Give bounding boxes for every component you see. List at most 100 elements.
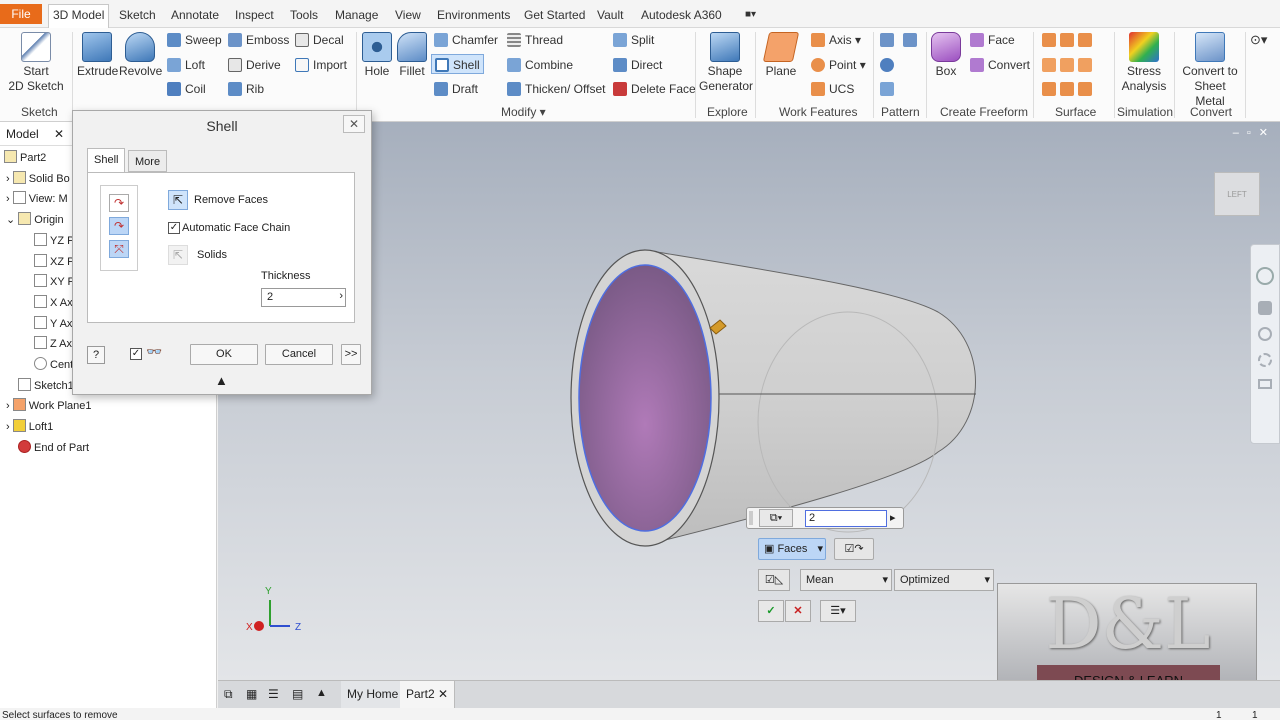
model-tab[interactable]: Model — [6, 127, 39, 141]
browser-node-part[interactable]: Part2 — [4, 148, 46, 168]
tab-3d-model[interactable]: 3D Model — [48, 4, 110, 28]
tab-view[interactable]: View — [395, 5, 421, 25]
browser-node-xz-plane[interactable]: XZ P — [34, 252, 74, 272]
start-2d-sketch-button[interactable]: Start 2D Sketch — [8, 32, 64, 94]
tile-windows-icon[interactable]: ⧉ — [224, 687, 233, 702]
outside-direction-button[interactable]: ↷ — [109, 217, 129, 235]
inside-direction-button[interactable]: ↷ — [109, 194, 129, 212]
apply-arrow-icon[interactable]: ▸ — [890, 508, 896, 528]
fillet-button[interactable]: Fillet — [396, 32, 428, 79]
tab-environments[interactable]: Environments — [437, 5, 510, 25]
hole-button[interactable]: Hole — [360, 32, 394, 79]
tab-manage[interactable]: Manage — [335, 5, 378, 25]
direct-button[interactable]: Direct — [613, 55, 662, 75]
browser-node-z-axis[interactable]: Z Ax — [34, 334, 72, 354]
cascade-windows-icon[interactable]: ☰ — [268, 687, 279, 701]
browser-node-yz-plane[interactable]: YZ P — [34, 231, 74, 251]
surface-tool-3[interactable] — [1042, 79, 1096, 99]
shape-generator-button[interactable]: Shape Generator — [699, 32, 753, 94]
browser-node-origin[interactable]: ⌄ Origin — [6, 210, 64, 230]
emboss-button[interactable]: Emboss — [228, 30, 289, 50]
mirror-button[interactable] — [903, 30, 921, 50]
axis-button[interactable]: Axis ▾ — [811, 30, 861, 50]
open-documents-icon[interactable]: ▲ — [316, 687, 327, 699]
cancel-x-button[interactable]: ✕ — [785, 600, 811, 622]
browser-node-view[interactable]: › View: M — [6, 189, 68, 209]
auto-face-chain-checkbox[interactable]: ✓ — [168, 222, 180, 234]
stress-analysis-button[interactable]: Stress Analysis — [1119, 32, 1169, 94]
browser-node-work-plane1[interactable]: › Work Plane1 — [6, 396, 92, 416]
remove-faces-button[interactable]: ⇱ — [168, 190, 188, 210]
viewport-window-controls[interactable]: –▫✕ — [1233, 126, 1276, 139]
browser-node-x-axis[interactable]: X Ax — [34, 293, 73, 313]
browser-node-center-point[interactable]: Cent — [34, 355, 73, 375]
preview-checkbox[interactable]: ✓ — [130, 348, 142, 360]
expand-button[interactable]: >> — [341, 344, 361, 365]
auto-face-chain-toggle[interactable]: ☑↷ — [834, 538, 874, 560]
look-at-icon[interactable] — [1258, 379, 1272, 389]
ucs-button[interactable]: UCS — [811, 79, 854, 99]
browser-node-solid-bodies[interactable]: › Solid Bo — [6, 169, 70, 189]
removed-face-highlight[interactable] — [578, 264, 712, 532]
surface-tool-2[interactable] — [1042, 55, 1096, 75]
camera-dropdown-icon[interactable]: ■▾ — [745, 5, 756, 25]
decal-button[interactable]: Decal — [295, 30, 344, 50]
pan-icon[interactable] — [1258, 301, 1272, 315]
thickness-input[interactable]: 2 › — [261, 288, 346, 307]
collapse-arrow-icon[interactable]: ▲ — [215, 373, 228, 388]
plane-button[interactable]: Plane — [762, 32, 800, 79]
my-home-tab[interactable]: My Home — [341, 681, 406, 708]
close-tab-icon[interactable]: ✕ — [438, 687, 448, 701]
close-browser-icon[interactable]: ✕ — [54, 127, 64, 141]
thickness-mini-input[interactable]: 2 — [805, 510, 887, 527]
optimized-dropdown[interactable]: Optimized ▾ — [894, 569, 994, 591]
tab-more[interactable]: More — [128, 150, 168, 172]
mini-toolbar-grip[interactable] — [749, 511, 753, 525]
combine-button[interactable]: Combine — [507, 55, 573, 75]
tab-vault[interactable]: Vault — [597, 5, 623, 25]
tab-autodesk-a360[interactable]: Autodesk A360 — [641, 5, 722, 25]
rectangular-pattern-button[interactable] — [880, 30, 898, 50]
surface-tool-1[interactable] — [1042, 30, 1096, 50]
minimize-all-icon[interactable]: ▤ — [292, 687, 303, 701]
thread-button[interactable]: Thread — [507, 30, 563, 50]
draft-button[interactable]: Draft — [434, 79, 478, 99]
browser-node-loft1[interactable]: › Loft1 — [6, 417, 53, 437]
arrange-windows-icon[interactable]: ▦ — [246, 687, 257, 701]
ribbon-options-icon[interactable]: ⊙▾ — [1250, 30, 1267, 50]
point-button[interactable]: Point ▾ — [811, 55, 866, 75]
browser-node-end-of-part[interactable]: End of Part — [18, 438, 89, 458]
revolve-button[interactable]: Revolve — [119, 32, 162, 79]
derive-button[interactable]: Derive — [228, 55, 281, 75]
steering-wheel-icon[interactable] — [1256, 267, 1274, 285]
circular-pattern-button[interactable] — [880, 55, 898, 75]
thicken-offset-button[interactable]: Thicken/ Offset — [507, 79, 605, 99]
faces-selector-button[interactable]: ▣ Faces ▾ — [758, 538, 826, 560]
tab-sketch[interactable]: Sketch — [119, 5, 156, 25]
box-button[interactable]: Box — [930, 32, 962, 79]
split-button[interactable]: Split — [613, 30, 654, 50]
zoom-icon[interactable] — [1258, 327, 1272, 341]
tab-get-started[interactable]: Get Started — [524, 5, 585, 25]
help-button[interactable]: ? — [87, 346, 105, 364]
cancel-button[interactable]: Cancel — [265, 344, 333, 365]
coil-button[interactable]: Coil — [167, 79, 206, 99]
convert-freeform-button[interactable]: Convert — [970, 55, 1030, 75]
thickness-arrow-icon[interactable]: › — [339, 290, 343, 302]
face-button[interactable]: Face — [970, 30, 1015, 50]
orbit-icon[interactable] — [1258, 353, 1272, 367]
tab-annotate[interactable]: Annotate — [171, 5, 219, 25]
tab-shell[interactable]: Shell — [87, 148, 126, 173]
shell-direction-dropdown[interactable]: ⧉▾ — [759, 509, 793, 527]
ok-button[interactable]: OK — [190, 344, 258, 365]
browser-node-y-axis[interactable]: Y Ax — [34, 314, 72, 334]
shell-options-icon[interactable]: ☑◺ — [758, 569, 790, 591]
mean-dropdown[interactable]: Mean ▾ — [800, 569, 892, 591]
tab-inspect[interactable]: Inspect — [235, 5, 274, 25]
sweep-button[interactable]: Sweep — [167, 30, 222, 50]
part2-tab[interactable]: Part2 ✕ — [400, 681, 456, 708]
tab-tools[interactable]: Tools — [290, 5, 318, 25]
rib-button[interactable]: Rib — [228, 79, 264, 99]
shell-button[interactable]: Shell — [431, 54, 484, 74]
tab-file[interactable]: File — [0, 4, 42, 24]
